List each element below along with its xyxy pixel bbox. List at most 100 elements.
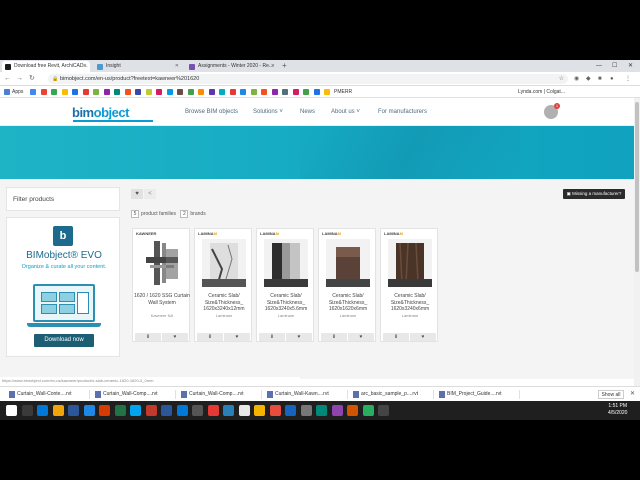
bookmark-favicon-icon[interactable] — [82, 89, 89, 95]
taskbar-app-icon[interactable] — [161, 405, 172, 416]
taskbar-app-icon[interactable] — [269, 405, 281, 416]
bookmark-favicon-icon[interactable] — [282, 89, 288, 95]
product-card[interactable]: KAWNEER 1620 / 1620 SSG Curtain Wall Sys… — [132, 228, 190, 342]
download-item[interactable]: arc_basic_sample_p....rvt — [352, 390, 434, 399]
close-icon[interactable]: ✕ — [83, 61, 87, 72]
bookmark-lynda[interactable]: Lynda.com | Colgat... — [518, 86, 565, 98]
bookmark-favicon-icon[interactable] — [156, 89, 162, 95]
taskbar-app-icon[interactable] — [300, 405, 312, 416]
product-card[interactable]: LAMINAM Ceramic Slab/ Size&Thickness_ 16… — [380, 228, 438, 342]
new-tab-icon[interactable]: + — [282, 61, 287, 71]
bookmark-favicon-icon[interactable] — [30, 89, 36, 95]
heart-icon[interactable]: ♥ — [286, 333, 312, 341]
heart-icon[interactable]: ♥ — [348, 333, 374, 341]
nav-manufacturers[interactable]: For manufacturers — [378, 98, 427, 126]
extension-icon[interactable]: ◆ — [586, 74, 591, 84]
brands-count[interactable]: 2 — [180, 210, 189, 218]
bookmark-pmerr[interactable]: PMERR — [334, 86, 352, 98]
bookmark-favicon-icon[interactable] — [103, 89, 110, 95]
download-icon[interactable]: ⬇ — [197, 333, 223, 341]
bookmark-favicon-icon[interactable] — [219, 89, 225, 95]
nav-news[interactable]: News — [300, 98, 315, 126]
product-card[interactable]: LAMINAM Ceramic Slab/ Size&Thickness_ 16… — [194, 228, 252, 342]
bookmark-favicon-icon[interactable] — [271, 89, 278, 95]
download-icon[interactable]: ⬇ — [321, 333, 347, 341]
bookmark-apps[interactable]: Apps — [12, 86, 23, 98]
heart-icon[interactable]: ♥ — [224, 333, 250, 341]
back-icon[interactable]: ← — [4, 74, 11, 84]
missing-manufacturer-button[interactable]: ▣ Missing a manufacturer? — [563, 189, 625, 199]
menu-icon[interactable]: ⋮ — [625, 74, 631, 84]
bookmark-favicon-icon[interactable] — [124, 89, 131, 95]
taskbar-app-icon[interactable] — [331, 405, 343, 416]
taskbar-app-icon[interactable] — [83, 405, 95, 416]
browser-tab[interactable]: Download free Revit, ArchiCAD... ✕ — [2, 61, 90, 72]
url-input[interactable]: 🔒 bimobject.com/en-us/product?freetext=k… — [48, 74, 568, 84]
download-icon[interactable]: ⬇ — [135, 333, 161, 341]
window-close-icon[interactable]: ✕ — [628, 60, 633, 72]
extension-icon[interactable]: ◉ — [574, 74, 579, 84]
taskbar-app-icon[interactable] — [378, 405, 389, 416]
taskbar-app-icon[interactable] — [114, 405, 126, 416]
heart-icon[interactable]: ♥ — [410, 333, 436, 341]
bookmark-favicon-icon[interactable] — [261, 89, 267, 95]
bookmark-favicon-icon[interactable] — [114, 89, 120, 95]
bookmark-favicon-icon[interactable] — [292, 89, 299, 95]
taskbar-app-icon[interactable] — [176, 405, 188, 416]
bookmark-favicon-icon[interactable] — [240, 89, 246, 95]
scrollbar-thumb[interactable] — [635, 102, 639, 272]
close-icon[interactable]: ✕ — [630, 390, 635, 397]
download-item[interactable]: Curtain_Wall-Kawn....rvt — [266, 390, 348, 399]
taskbar-app-icon[interactable] — [362, 405, 374, 416]
bookmark-star-icon[interactable]: ☆ — [559, 74, 564, 84]
bookmark-favicon-icon[interactable] — [229, 89, 236, 95]
taskbar-app-icon[interactable] — [68, 405, 79, 416]
taskbar-app-icon[interactable] — [316, 405, 327, 416]
profile-icon[interactable]: ● — [610, 74, 614, 84]
reload-icon[interactable]: ↻ — [29, 74, 35, 84]
taskbar-app-icon[interactable] — [192, 405, 203, 416]
taskbar-app-icon[interactable] — [52, 405, 64, 416]
taskbar-app-icon[interactable] — [207, 405, 219, 416]
bookmark-favicon-icon[interactable] — [313, 89, 320, 95]
bookmark-favicon-icon[interactable] — [208, 89, 215, 95]
maximize-icon[interactable]: ☐ — [612, 60, 617, 72]
taskbar-app-icon[interactable] — [130, 405, 141, 416]
bookmark-favicon-icon[interactable] — [187, 89, 194, 95]
taskbar-app-icon[interactable] — [254, 405, 265, 416]
start-icon[interactable] — [6, 405, 17, 416]
download-now-button[interactable]: Download now — [34, 334, 94, 347]
taskbar-app-icon[interactable] — [145, 405, 157, 416]
close-icon[interactable]: ✕ — [175, 61, 179, 72]
nav-solutions[interactable]: Solutions ˅ — [253, 98, 283, 126]
nav-browse[interactable]: Browse BIM objects — [185, 98, 238, 126]
bookmark-favicon-icon[interactable] — [135, 89, 141, 95]
browser-tab[interactable]: Assignments - Winter 2020 - Re... ✕ — [186, 61, 278, 72]
taskbar-app-icon[interactable] — [21, 405, 33, 416]
product-card[interactable]: LAMINAM Ceramic Slab/ Size&Thickness_ 16… — [318, 228, 376, 342]
bookmark-favicon-icon[interactable] — [303, 89, 309, 95]
filter-products-panel[interactable]: Filter products — [6, 187, 120, 211]
download-item[interactable]: Curtain_Wall-Comp....rvt — [180, 390, 262, 399]
bookmark-favicon-icon[interactable] — [166, 89, 173, 95]
families-count[interactable]: 5 — [131, 210, 139, 218]
download-icon[interactable]: ⬇ — [259, 333, 285, 341]
download-item[interactable]: Curtain_Wall-Conte....rvt — [8, 390, 90, 399]
bookmark-favicon-icon[interactable] — [145, 89, 152, 95]
bookmark-favicon-icon[interactable] — [93, 89, 99, 95]
browser-tab[interactable]: Insight ✕ — [94, 61, 182, 72]
bookmark-favicon-icon[interactable] — [324, 89, 330, 95]
bookmark-favicon-icon[interactable] — [177, 89, 183, 95]
extension-icon[interactable]: ■ — [598, 74, 602, 84]
favorites-filter-button[interactable]: ♥ — [131, 189, 143, 199]
download-icon[interactable]: ⬇ — [383, 333, 409, 341]
clock[interactable]: 1:51 PM 4/5/2020 — [608, 403, 627, 417]
download-item[interactable]: BIM_Project_Guide....rvt — [438, 390, 520, 399]
share-button[interactable]: < — [144, 189, 156, 199]
close-icon[interactable]: ✕ — [271, 61, 275, 72]
bimobject-logo[interactable]: bimobject — [72, 105, 129, 120]
taskbar-app-icon[interactable] — [223, 405, 234, 416]
bookmark-favicon-icon[interactable] — [51, 89, 57, 95]
taskbar-app-icon[interactable] — [347, 405, 358, 416]
taskbar-app-icon[interactable] — [285, 405, 296, 416]
